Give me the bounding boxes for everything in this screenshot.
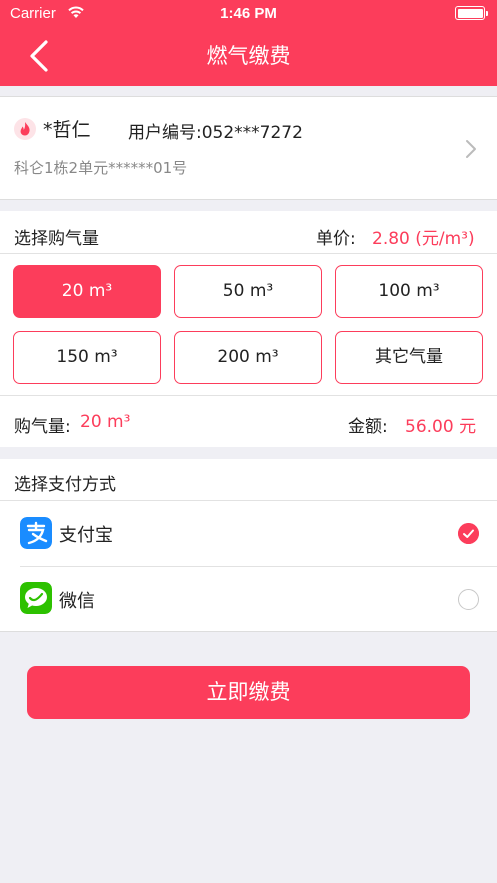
status-time: 1:46 PM — [220, 5, 277, 22]
gas-option-150[interactable]: 150 m³ — [13, 331, 161, 384]
alipay-icon — [20, 517, 52, 549]
battery-icon — [455, 6, 488, 20]
check-icon[interactable] — [458, 523, 479, 544]
gas-purchase-card: 选择购气量 单价: 2.80 (元/m³) 20 m³ 50 m³ 100 m³… — [0, 211, 497, 447]
unit-price-label: 单价: — [316, 229, 356, 249]
gas-option-100[interactable]: 100 m³ — [335, 265, 483, 318]
gas-option-200[interactable]: 200 m³ — [174, 331, 322, 384]
status-bar: Carrier 1:46 PM — [0, 0, 497, 28]
gas-section-title: 选择购气量 — [14, 229, 99, 249]
payment-section-title: 选择支付方式 — [14, 475, 116, 495]
flame-icon — [14, 118, 36, 140]
divider — [0, 395, 497, 396]
user-id: 用户编号:052***7272 — [128, 123, 303, 143]
payment-method-card: 选择支付方式 支付宝 微信 — [0, 459, 497, 632]
gas-option-20[interactable]: 20 m³ — [13, 265, 161, 318]
user-account-card[interactable]: *哲仁 用户编号:052***7272 科仑1栋2单元******01号 — [0, 96, 497, 200]
payment-option-wechat[interactable]: 微信 — [0, 567, 497, 631]
unit-price-value: 2.80 (元/m³) — [372, 229, 475, 249]
payment-option-alipay[interactable]: 支付宝 — [0, 501, 497, 565]
payment-name-alipay: 支付宝 — [59, 525, 113, 546]
chevron-right-icon — [466, 140, 476, 158]
gas-option-other[interactable]: 其它气量 — [335, 331, 483, 384]
amount-value: 56.00 元 — [405, 417, 477, 437]
user-name: *哲仁 — [43, 119, 91, 141]
nav-header: Carrier 1:46 PM 燃气缴费 — [0, 0, 497, 86]
payment-name-wechat: 微信 — [59, 591, 95, 612]
gas-option-50[interactable]: 50 m³ — [174, 265, 322, 318]
pay-now-button[interactable]: 立即缴费 — [27, 666, 470, 719]
divider — [0, 253, 497, 254]
page-title: 燃气缴费 — [206, 44, 291, 68]
wechat-icon — [20, 582, 52, 614]
radio-unchecked-icon[interactable] — [458, 589, 479, 610]
user-address: 科仑1栋2单元******01号 — [14, 159, 188, 177]
amount-label: 金额: — [348, 417, 388, 437]
quantity-value: 20 m³ — [80, 412, 131, 432]
quantity-label: 购气量: — [14, 417, 71, 437]
